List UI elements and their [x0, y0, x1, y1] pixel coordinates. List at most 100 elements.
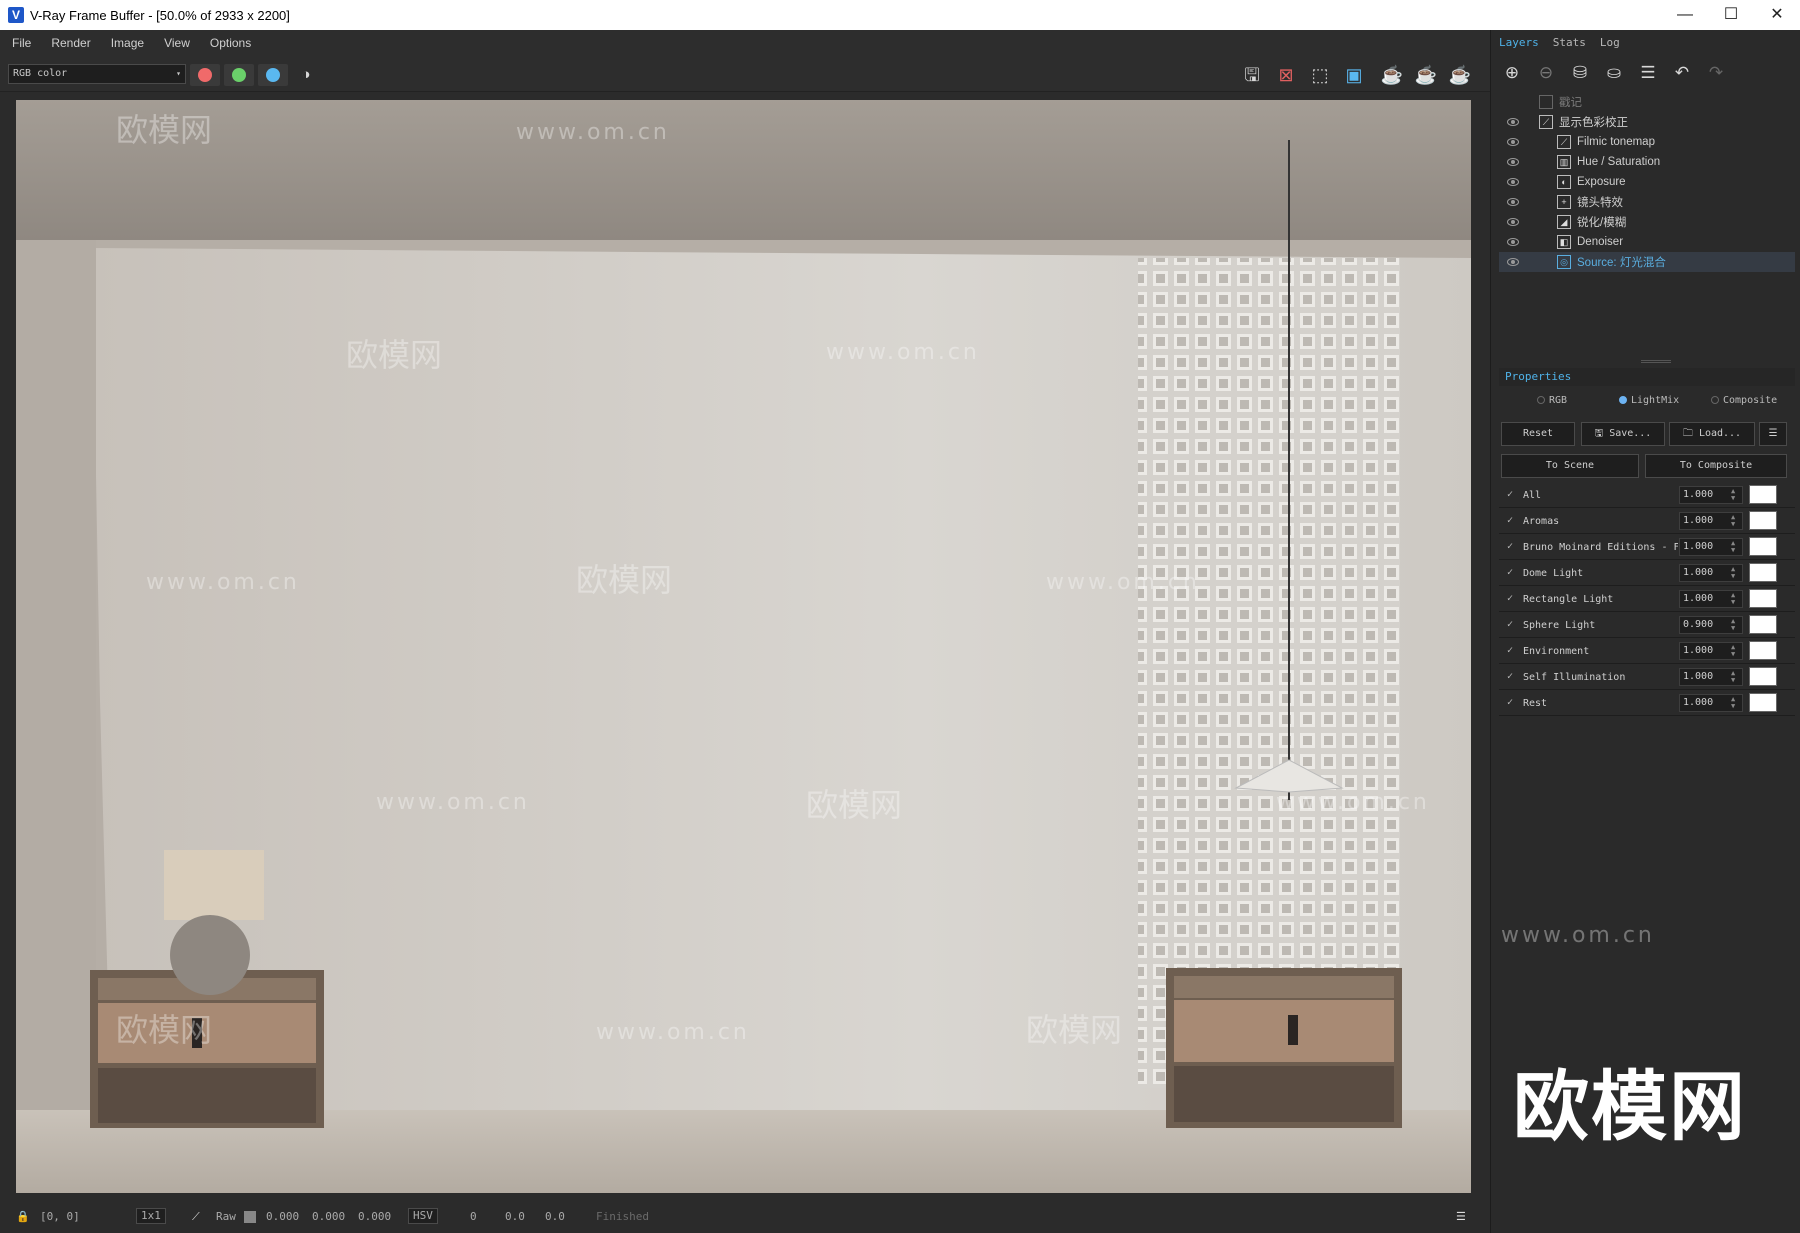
light-name: Bruno Moinard Editions - F: [1523, 542, 1678, 553]
checkbox[interactable]: ✓: [1507, 541, 1513, 552]
green-channel-button[interactable]: [224, 64, 254, 86]
visibility-eye-icon[interactable]: [1507, 198, 1519, 206]
render-viewport[interactable]: 欧模网 www.om.cn 欧模网 www.om.cn 欧模网 www.om.c…: [16, 100, 1471, 1193]
spinner-icon[interactable]: ▲ ▼: [1731, 514, 1735, 528]
checkbox[interactable]: ✓: [1507, 515, 1513, 526]
spinner-icon[interactable]: ▲ ▼: [1731, 540, 1735, 554]
visibility-eye-icon[interactable]: [1507, 138, 1519, 146]
lens-icon: +: [1557, 195, 1571, 209]
checkbox[interactable]: ✓: [1507, 645, 1513, 656]
layer-source-lightmix[interactable]: ◎ Source: 灯光混合: [1499, 252, 1795, 272]
checkbox[interactable]: ✓: [1507, 697, 1513, 708]
to-scene-button[interactable]: To Scene: [1501, 454, 1639, 478]
lightmix-options-icon[interactable]: ☰: [1759, 422, 1787, 446]
blue-channel-button[interactable]: [258, 64, 288, 86]
status-bar: 🔒 [0, 0] 1x1 ⟋ Raw 0.000 0.000 0.000 HSV…: [0, 1200, 1490, 1233]
redo-icon[interactable]: ↷: [1703, 60, 1729, 86]
layer-display-correction[interactable]: ⟋ 显示色彩校正: [1499, 112, 1795, 132]
layer-label: Source: 灯光混合: [1577, 257, 1666, 269]
pixel-r-value: 0.000: [266, 1210, 300, 1223]
spinner-icon[interactable]: ▲ ▼: [1731, 696, 1735, 710]
channel-dropdown[interactable]: RGB color ▾: [8, 64, 186, 84]
stop-render-icon[interactable]: ☕: [1446, 62, 1474, 88]
layer-filmic-tonemap[interactable]: ⟋ Filmic tonemap: [1499, 132, 1795, 152]
layer-hue-saturation[interactable]: ▥ Hue / Saturation: [1499, 152, 1795, 172]
radio-rgb[interactable]: RGB: [1537, 395, 1567, 406]
zoom-dropdown[interactable]: 1x1: [136, 1208, 166, 1224]
light-name: Rest: [1523, 698, 1548, 709]
spinner-icon[interactable]: ▲ ▼: [1731, 566, 1735, 580]
render-icon[interactable]: ☕: [1378, 62, 1406, 88]
layer-exposure[interactable]: ◐ Exposure: [1499, 172, 1795, 192]
clear-image-icon[interactable]: ⊠: [1272, 62, 1300, 88]
radio-composite[interactable]: Composite: [1711, 395, 1777, 406]
red-channel-button[interactable]: [190, 64, 220, 86]
menu-view[interactable]: View: [152, 36, 198, 50]
visibility-eye-icon[interactable]: [1507, 258, 1519, 266]
checkbox[interactable]: ✓: [1507, 619, 1513, 630]
light-color-swatch[interactable]: [1749, 563, 1777, 582]
minimize-button[interactable]: —: [1662, 0, 1708, 30]
light-color-swatch[interactable]: [1749, 641, 1777, 660]
checkbox[interactable]: ✓: [1507, 671, 1513, 682]
green-dot-icon: [232, 68, 246, 82]
color-mode-dropdown[interactable]: HSV: [408, 1208, 438, 1224]
tab-layers[interactable]: Layers: [1499, 36, 1539, 49]
maximize-button[interactable]: ☐: [1708, 0, 1754, 30]
interactive-render-icon[interactable]: ☕: [1412, 62, 1440, 88]
radio-lightmix[interactable]: LightMix: [1619, 395, 1679, 406]
spinner-icon[interactable]: ▲ ▼: [1731, 644, 1735, 658]
light-color-swatch[interactable]: [1749, 485, 1777, 504]
checkbox[interactable]: ✓: [1507, 593, 1513, 604]
light-color-swatch[interactable]: [1749, 511, 1777, 530]
light-color-swatch[interactable]: [1749, 537, 1777, 556]
track-mouse-icon[interactable]: ▣: [1340, 62, 1368, 88]
checkbox[interactable]: ✓: [1507, 489, 1513, 500]
to-composite-button[interactable]: To Composite: [1645, 454, 1787, 478]
save-layers-icon[interactable]: ⛀: [1601, 60, 1627, 86]
menu-image[interactable]: Image: [99, 36, 152, 50]
light-color-swatch[interactable]: [1749, 667, 1777, 686]
save-button[interactable]: 🖫 Save...: [1581, 422, 1665, 446]
spinner-icon[interactable]: ▲ ▼: [1731, 670, 1735, 684]
visibility-eye-icon[interactable]: [1507, 218, 1519, 226]
undo-icon[interactable]: ↶: [1669, 60, 1695, 86]
menu-file[interactable]: File: [0, 36, 39, 50]
save-image-icon[interactable]: 🖫: [1238, 62, 1266, 88]
light-color-swatch[interactable]: [1749, 589, 1777, 608]
close-button[interactable]: ✕: [1754, 0, 1800, 30]
reset-button[interactable]: Reset: [1501, 422, 1575, 446]
menu-options[interactable]: Options: [198, 36, 259, 50]
lock-icon[interactable]: 🔒: [16, 1210, 30, 1223]
tab-stats[interactable]: Stats: [1553, 36, 1586, 49]
brand-logo: 欧模网: [1513, 1062, 1747, 1151]
curve-icon[interactable]: ⟋: [192, 1210, 200, 1224]
visibility-eye-icon[interactable]: [1507, 158, 1519, 166]
layer-label: Denoiser: [1577, 236, 1624, 248]
layer-lens-effects[interactable]: + 镜头特效: [1499, 192, 1795, 212]
load-layers-icon[interactable]: ⛁: [1567, 60, 1593, 86]
layer-denoiser[interactable]: ◧ Denoiser: [1499, 232, 1795, 252]
light-color-swatch[interactable]: [1749, 693, 1777, 712]
light-color-swatch[interactable]: [1749, 615, 1777, 634]
remove-layer-icon[interactable]: ⊖: [1533, 60, 1559, 86]
visibility-eye-icon[interactable]: [1507, 178, 1519, 186]
menu-render[interactable]: Render: [39, 36, 98, 50]
tab-log[interactable]: Log: [1600, 36, 1620, 49]
alpha-channel-icon[interactable]: ◑: [292, 62, 320, 88]
checkbox[interactable]: ✓: [1507, 567, 1513, 578]
layer-label: 戳记: [1559, 97, 1582, 109]
spinner-icon[interactable]: ▲ ▼: [1731, 488, 1735, 502]
spinner-icon[interactable]: ▲ ▼: [1731, 618, 1735, 632]
visibility-eye-icon[interactable]: [1507, 238, 1519, 246]
history-panel-icon[interactable]: ☰: [1456, 1210, 1466, 1223]
layer-stamp[interactable]: 戳记: [1499, 92, 1795, 112]
layer-sharpen-blur[interactable]: ◢ 锐化/模糊: [1499, 212, 1795, 232]
spinner-icon[interactable]: ▲ ▼: [1731, 592, 1735, 606]
panel-splitter[interactable]: [1641, 360, 1671, 363]
visibility-eye-icon[interactable]: [1507, 118, 1519, 126]
load-button[interactable]: 🗀 Load...: [1669, 422, 1755, 446]
region-render-icon[interactable]: ⬚: [1306, 62, 1334, 88]
layer-list-icon[interactable]: ☰: [1635, 60, 1661, 86]
add-layer-icon[interactable]: ⊕: [1499, 60, 1525, 86]
